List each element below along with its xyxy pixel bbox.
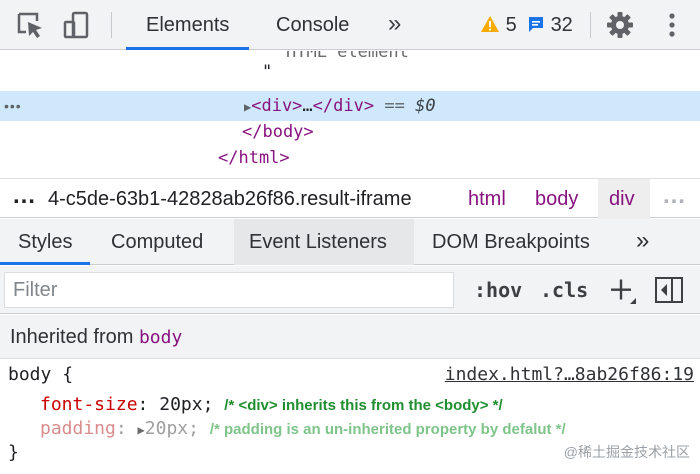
hov-toggle-button[interactable]: :hov bbox=[474, 272, 522, 308]
tab-event-listeners-label: Event Listeners bbox=[249, 231, 387, 253]
property-value[interactable]: 20px bbox=[159, 394, 202, 415]
inspect-element-icon[interactable] bbox=[14, 9, 46, 41]
rule-selector-line: body { bbox=[8, 362, 73, 388]
property-comment: /* <div> inherits this from the <body> *… bbox=[224, 397, 503, 414]
toolbar-divider-2 bbox=[590, 12, 591, 38]
more-subtabs-button[interactable]: » bbox=[636, 219, 649, 265]
warnings-count: 5 bbox=[505, 14, 517, 36]
dom-text-quote: " bbox=[262, 62, 273, 82]
tab-computed-label: Computed bbox=[111, 231, 204, 253]
breadcrumb-item-body[interactable]: body bbox=[535, 179, 578, 219]
messages-count: 32 bbox=[550, 14, 573, 36]
dom-row-ellipsis-icon[interactable]: ••• bbox=[4, 93, 22, 119]
cls-toggle-button[interactable]: .cls bbox=[540, 272, 588, 308]
breadcrumb-item-div[interactable]: div bbox=[609, 179, 635, 219]
filter-input[interactable] bbox=[4, 272, 454, 308]
styles-filter-bar: :hov .cls bbox=[0, 266, 700, 314]
inherited-from-link[interactable]: body bbox=[139, 327, 182, 348]
device-toolbar-icon[interactable] bbox=[60, 9, 92, 41]
property-name-inactive[interactable]: padding bbox=[40, 418, 116, 439]
breadcrumb-id: 4-c5de-63b1-42828ab26f86 bbox=[48, 188, 295, 210]
div-close-tag: </div> bbox=[312, 96, 375, 116]
tab-computed[interactable]: Computed bbox=[111, 219, 203, 265]
toggle-sidebar-button[interactable] bbox=[654, 276, 684, 304]
tab-console[interactable]: Console bbox=[276, 0, 349, 50]
dom-node-div[interactable]: ▶<div>…</div> == $0 bbox=[244, 93, 436, 119]
message-icon bbox=[529, 17, 543, 32]
tab-styles[interactable]: Styles bbox=[0, 219, 91, 265]
warnings-badge[interactable]: 5 bbox=[480, 12, 517, 38]
rule-selector[interactable]: body bbox=[8, 364, 51, 385]
messages-badge[interactable]: 32 bbox=[527, 12, 573, 38]
tab-elements[interactable]: Elements bbox=[126, 0, 250, 50]
style-property-font-size[interactable]: font-size: 20px; /* <div> inherits this … bbox=[40, 392, 503, 418]
breadcrumb-item-html[interactable]: html bbox=[468, 179, 506, 219]
toolbar-divider bbox=[111, 12, 112, 38]
style-property-padding[interactable]: padding: ▶20px; /* padding is an un-inhe… bbox=[40, 416, 566, 442]
sidebar-toggle-icon bbox=[655, 277, 683, 303]
rule-close-brace: } bbox=[8, 442, 19, 463]
inherited-prefix: Inherited from bbox=[10, 326, 134, 348]
tab-event-listeners[interactable]: Event Listeners bbox=[249, 219, 387, 265]
warning-icon bbox=[481, 16, 499, 32]
breadcrumb: … 4-c5de-63b1-42828ab26f86.result-iframe… bbox=[0, 178, 700, 219]
breadcrumb-item-iframe[interactable]: 4-c5de-63b1-42828ab26f86.result-iframe bbox=[48, 179, 412, 219]
tab-dom-breakpoints[interactable]: DOM Breakpoints bbox=[432, 219, 590, 265]
inherited-from-header: Inherited from body bbox=[0, 315, 700, 359]
breadcrumb-scroll-right[interactable]: … bbox=[662, 179, 686, 219]
breadcrumb-scroll-left[interactable]: … bbox=[12, 179, 36, 219]
tab-elements-label: Elements bbox=[146, 14, 230, 36]
rule-open-brace: { bbox=[62, 364, 74, 385]
dom-dollar-zero: $0 bbox=[415, 96, 436, 116]
div-open-tag: <div> bbox=[251, 96, 303, 116]
expand-shorthand-triangle-icon[interactable]: ▶ bbox=[138, 423, 145, 437]
breadcrumb-class: .result-iframe bbox=[294, 188, 412, 210]
dom-node-body-close[interactable]: </body> bbox=[242, 119, 314, 145]
tab-dom-breakpoints-label: DOM Breakpoints bbox=[432, 231, 590, 253]
tab-styles-label: Styles bbox=[18, 231, 73, 253]
more-options-icon[interactable] bbox=[656, 9, 688, 41]
dom-tree: HTML element " ••• ▶<div>…</div> == $0 <… bbox=[0, 51, 700, 177]
tab-console-label: Console bbox=[276, 14, 350, 36]
watermark-text: @稀土掘金技术社区 bbox=[563, 444, 690, 460]
new-style-rule-button[interactable] bbox=[608, 272, 638, 308]
property-value-inactive[interactable]: 20px bbox=[145, 418, 188, 439]
dom-text-node[interactable]: HTML element bbox=[286, 51, 409, 65]
style-rule-body: body { index.html?…8ab26f86:19 font-size… bbox=[0, 360, 700, 474]
div-collapsed-ellipsis[interactable]: … bbox=[302, 96, 312, 116]
plus-icon bbox=[611, 279, 636, 304]
dom-equals-sign: == bbox=[384, 96, 405, 116]
dom-node-html-close[interactable]: </html> bbox=[218, 145, 290, 171]
styles-subtabs: Styles Computed Event Listeners DOM Brea… bbox=[0, 219, 700, 265]
devtools-toolbar: Elements Console » 5 32 bbox=[0, 0, 700, 50]
property-comment-inactive: /* padding is an un-inherited property b… bbox=[209, 421, 566, 438]
rule-source-link[interactable]: index.html?…8ab26f86:19 bbox=[445, 362, 694, 388]
settings-gear-icon[interactable] bbox=[604, 9, 636, 41]
more-tabs-button[interactable]: » bbox=[388, 0, 401, 50]
property-name[interactable]: font-size bbox=[40, 394, 138, 415]
